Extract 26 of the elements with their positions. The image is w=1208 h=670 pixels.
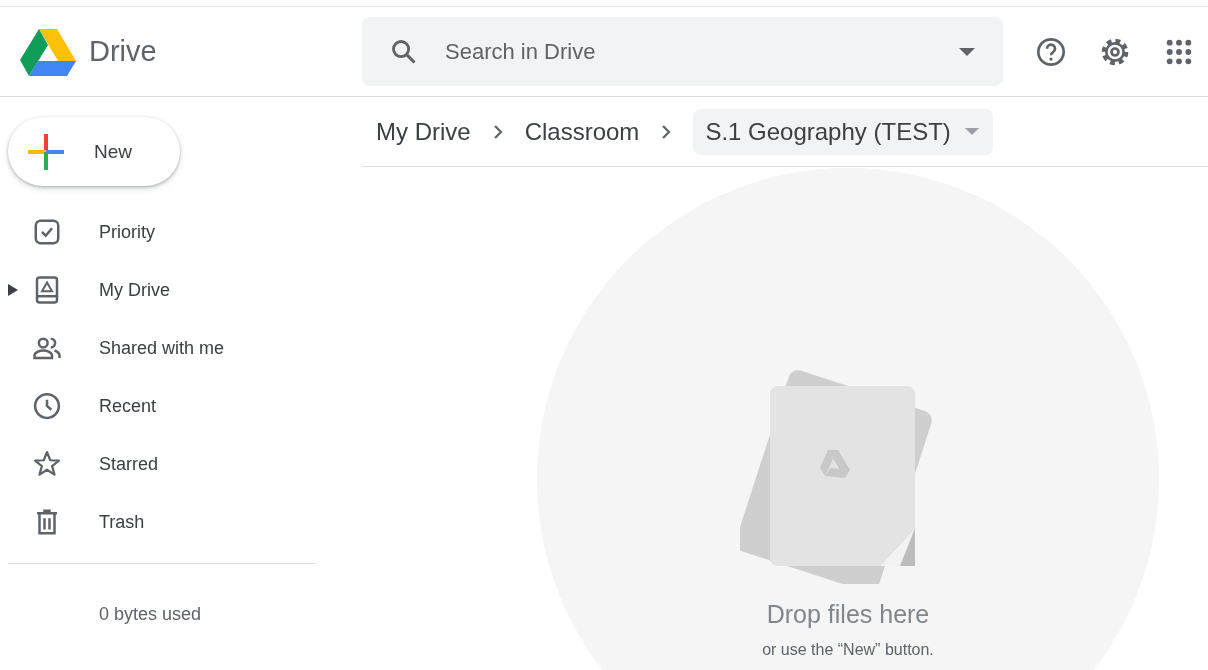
- nav-item[interactable]: Shared with me: [0, 319, 315, 377]
- clock-icon: [32, 391, 62, 421]
- nav-item[interactable]: Recent: [0, 377, 315, 435]
- drop-hint: or use the “New” button.: [762, 641, 934, 659]
- search-icon: [390, 37, 418, 66]
- drive-logo[interactable]: [20, 26, 76, 77]
- nav-item[interactable]: My Drive: [0, 261, 315, 319]
- search-field[interactable]: Search in Drive: [443, 37, 959, 66]
- nav-item[interactable]: Starred: [0, 435, 315, 493]
- nav-item[interactable]: Trash: [0, 493, 315, 551]
- expand-arrow-icon[interactable]: [8, 284, 18, 296]
- app-name: Drive: [89, 35, 157, 68]
- nav-item[interactable]: Priority: [0, 203, 315, 261]
- storage-usage: 0 bytes used: [99, 604, 203, 625]
- breadcrumb-link[interactable]: Classroom: [524, 107, 640, 156]
- checkbox-icon: [32, 217, 62, 247]
- help-icon[interactable]: [1035, 35, 1067, 68]
- plus-icon: [28, 133, 64, 170]
- caret-icon: [964, 127, 979, 136]
- star-icon: [32, 449, 62, 479]
- new-button[interactable]: New: [8, 117, 180, 186]
- caret-icon[interactable]: [959, 47, 975, 56]
- search-bar[interactable]: Search in Drive: [362, 17, 1003, 86]
- drop-title: Drop files here: [766, 600, 930, 629]
- breadcrumb-link[interactable]: My Drive: [376, 107, 471, 156]
- current-folder-menu[interactable]: S.1 Geography (TEST): [693, 108, 993, 155]
